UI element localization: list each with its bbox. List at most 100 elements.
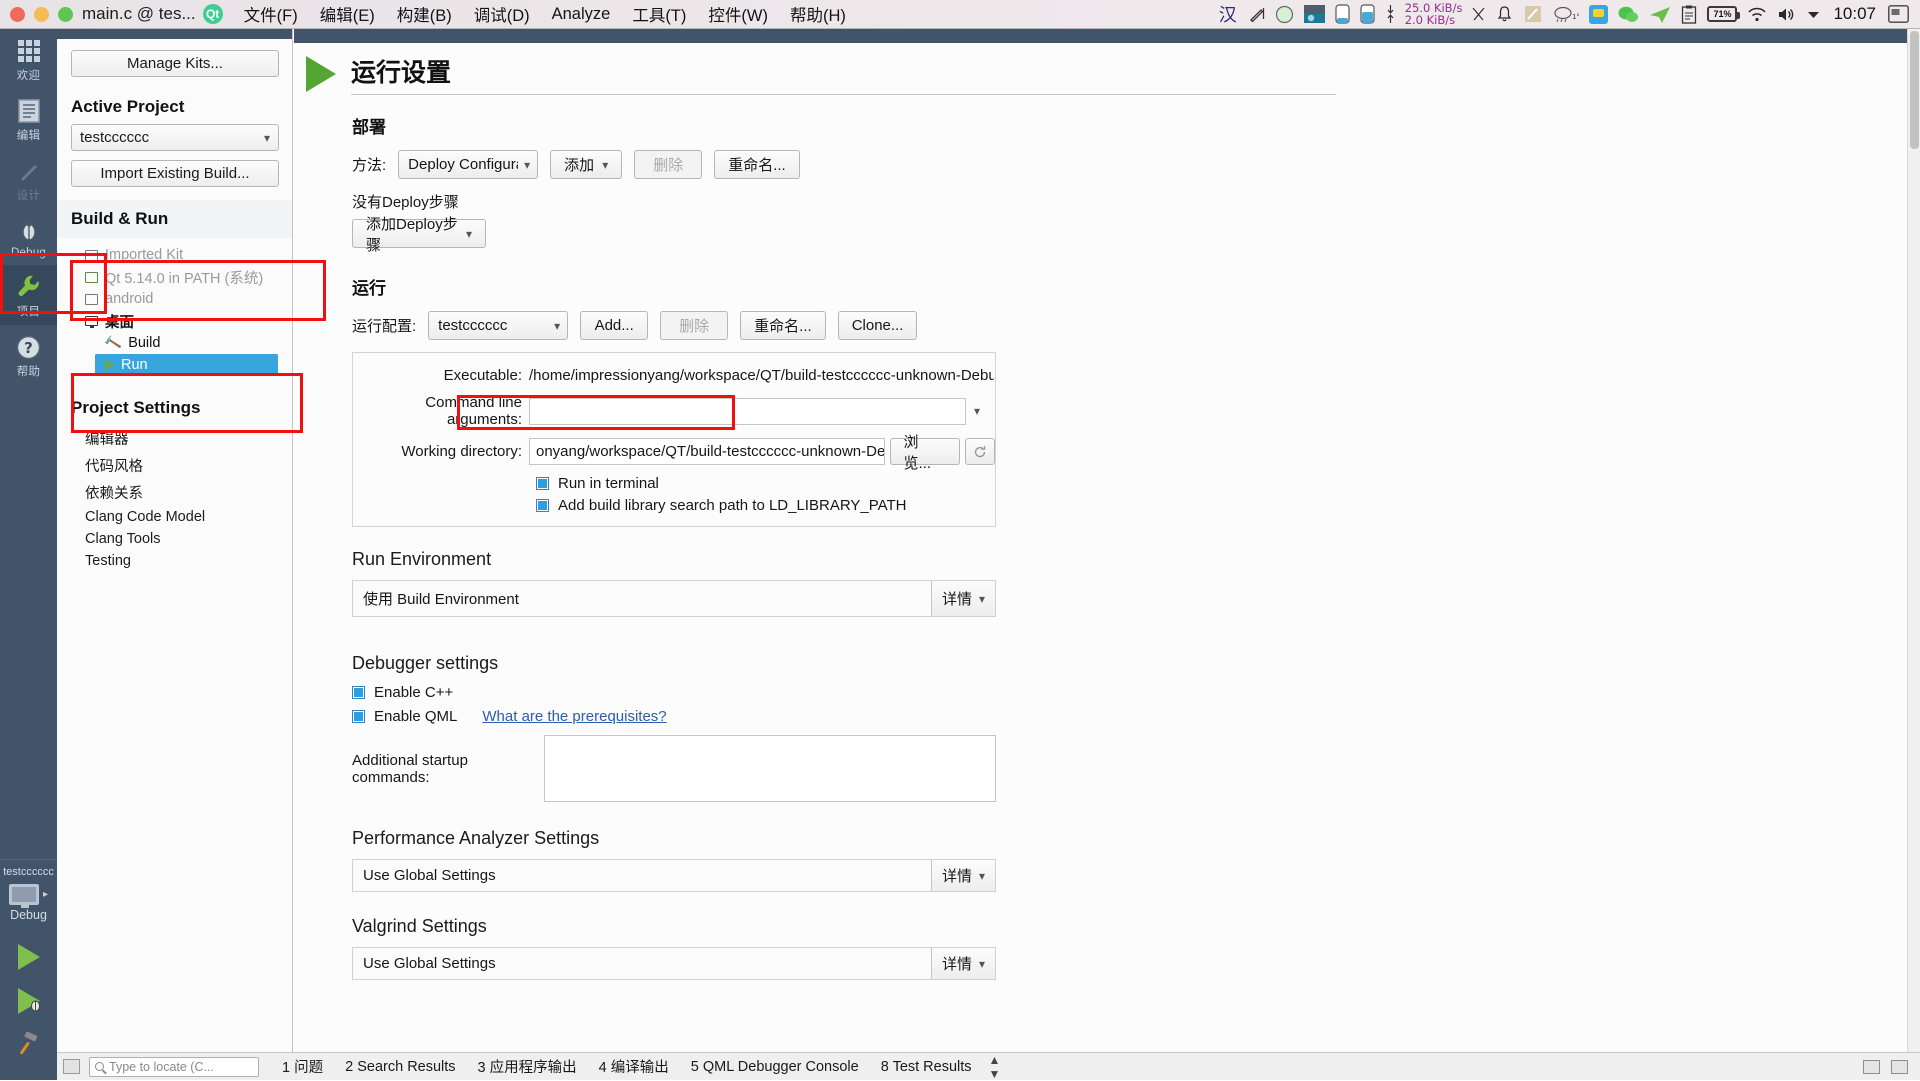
menu-edit[interactable]: 编辑(E) — [309, 0, 386, 28]
sidebar-item-edit[interactable]: 编辑 — [0, 89, 57, 149]
project-setting-testing[interactable]: Testing — [57, 550, 292, 572]
wechat-icon[interactable] — [1613, 0, 1644, 29]
performance-analyzer-details-button[interactable]: 详情 ▾ — [931, 860, 995, 891]
kit-item-build[interactable]: 🔨 Build — [57, 332, 292, 354]
sogou-input-icon[interactable] — [1584, 0, 1613, 29]
status-pane-qml-debugger-console[interactable]: 5 QML Debugger Console — [680, 1059, 870, 1075]
menu-tools[interactable]: 工具(T) — [621, 0, 697, 28]
run-environment-details-button[interactable]: 详情 ▾ — [931, 581, 995, 616]
menu-debug[interactable]: 调试(D) — [463, 0, 541, 28]
project-setting-codestyle[interactable]: 代码风格 — [57, 452, 292, 479]
deploy-no-steps-text: 没有Deploy步骤 — [352, 191, 1907, 212]
deploy-method-select[interactable]: Deploy Configuratio ▾ — [398, 150, 538, 179]
active-project-select[interactable]: testcccccc ▾ — [71, 124, 279, 151]
project-setting-editor[interactable]: 编辑器 — [57, 425, 292, 452]
sidebar-item-welcome[interactable]: 欢迎 — [0, 29, 57, 89]
project-setting-dependencies[interactable]: 依赖关系 — [57, 479, 292, 506]
run-add-button[interactable]: Add... — [580, 311, 648, 340]
import-existing-build-button[interactable]: Import Existing Build... — [71, 160, 279, 187]
kit-item-imported[interactable]: Imported Kit — [57, 244, 292, 266]
sidebar-item-help[interactable]: ? 帮助 — [0, 325, 57, 385]
add-lib-path-row[interactable]: Add build library search path to LD_LIBR… — [536, 497, 995, 514]
chevron-down-icon[interactable]: ▾ — [966, 404, 988, 418]
locator-input[interactable]: Type to locate (C... — [89, 1057, 259, 1077]
kit-item-run[interactable]: Run — [95, 354, 278, 376]
sidebar-toggle-icon[interactable] — [63, 1059, 80, 1074]
startup-commands-textarea[interactable] — [544, 735, 996, 802]
sidebar-item-debug[interactable]: Debug — [0, 209, 57, 265]
scrollbar-thumb[interactable] — [1910, 31, 1919, 149]
weather-icon[interactable]: 1° — [1548, 0, 1584, 29]
prerequisites-link[interactable]: What are the prerequisites? — [482, 708, 666, 725]
deploy-method-value: Deploy Configuratio — [408, 156, 518, 173]
status-pane-app-output[interactable]: 3 应用程序输出 — [467, 1056, 588, 1077]
valgrind-details-button[interactable]: 详情 ▾ — [931, 948, 995, 979]
add-deploy-step-button[interactable]: 添加Deploy步骤 ▾ — [352, 219, 486, 248]
kit-android-icon — [85, 294, 98, 305]
enable-cpp-row[interactable]: Enable C++ — [352, 684, 1907, 701]
kit-selector[interactable]: testcccccc ▸ Debug — [0, 859, 57, 926]
menu-build[interactable]: 构建(B) — [386, 0, 463, 28]
manage-kits-button[interactable]: Manage Kits... — [71, 50, 279, 77]
add-lib-path-checkbox[interactable] — [536, 499, 549, 512]
display-settings-icon[interactable] — [1883, 0, 1914, 29]
vertical-scrollbar[interactable] — [1907, 29, 1920, 1052]
screen-recorder-icon[interactable] — [1299, 0, 1330, 29]
scissors-icon[interactable] — [1466, 0, 1491, 29]
workdir-browse-button[interactable]: 浏览... — [890, 438, 960, 465]
kit-item-desktop[interactable]: 桌面 — [57, 310, 292, 332]
debug-icon[interactable] — [18, 988, 40, 1014]
clock-label[interactable]: 10:07 — [1826, 4, 1883, 24]
status-circle-icon[interactable] — [1270, 0, 1299, 29]
deploy-add-button[interactable]: 添加 ▾ — [550, 150, 622, 179]
workdir-input[interactable]: onyang/workspace/QT/build-testcccccc-unk… — [529, 438, 885, 465]
status-pane-issues[interactable]: 1 问题 — [271, 1056, 334, 1077]
menu-analyze[interactable]: Analyze — [541, 3, 622, 26]
cmdline-input[interactable] — [529, 398, 966, 425]
kit-item-android[interactable]: android — [57, 288, 292, 310]
wifi-icon[interactable] — [1742, 0, 1772, 29]
project-setting-clang-code-model[interactable]: Clang Code Model — [57, 506, 292, 528]
sidebar-right-toggle-icon[interactable] — [1891, 1060, 1908, 1074]
pen-tool-icon[interactable] — [1243, 0, 1270, 29]
sidebar-item-design[interactable]: 设计 — [0, 149, 57, 209]
menu-widgets[interactable]: 控件(W) — [697, 0, 779, 28]
close-window-button[interactable] — [10, 7, 25, 22]
telegram-icon[interactable] — [1644, 0, 1676, 29]
run-config-select[interactable]: testcccccc ▾ — [428, 311, 568, 340]
enable-qml-checkbox[interactable] — [352, 710, 365, 723]
deploy-rename-button[interactable]: 重命名... — [714, 150, 800, 179]
memory-gauge-icon[interactable] — [1330, 0, 1355, 29]
status-pane-search-results[interactable]: 2 Search Results — [334, 1059, 466, 1075]
output-pane-toggle-icon[interactable] — [1863, 1060, 1880, 1074]
kit-item-qt514[interactable]: Qt 5.14.0 in PATH (系统) — [57, 266, 292, 288]
volume-icon[interactable] — [1772, 0, 1801, 29]
run-in-terminal-row[interactable]: Run in terminal — [536, 475, 995, 492]
menu-help[interactable]: 帮助(H) — [779, 0, 857, 28]
chevron-down-icon[interactable] — [1801, 0, 1826, 29]
maximize-window-button[interactable] — [58, 7, 73, 22]
pane-label: Test Results — [893, 1059, 972, 1075]
build-icon[interactable] — [12, 1030, 44, 1068]
run-in-terminal-checkbox[interactable] — [536, 477, 549, 490]
disk-gauge-icon[interactable] — [1355, 0, 1380, 29]
status-pane-compile-output[interactable]: 4 编译输出 — [588, 1056, 680, 1077]
pane-updown-icon[interactable]: ▲▼ — [983, 1053, 1007, 1081]
minimize-window-button[interactable] — [34, 7, 49, 22]
enable-cpp-checkbox[interactable] — [352, 686, 365, 699]
enable-qml-row[interactable]: Enable QML What are the prerequisites? — [352, 708, 1907, 725]
battery-icon[interactable]: 71% — [1702, 0, 1742, 29]
sidebar-item-projects[interactable]: 项目 — [0, 265, 57, 325]
workdir-reset-button[interactable] — [965, 438, 995, 465]
project-setting-clang-tools[interactable]: Clang Tools — [57, 528, 292, 550]
status-pane-test-results[interactable]: 8 Test Results — [870, 1059, 983, 1075]
notes-pencil-icon[interactable] — [1518, 0, 1548, 29]
menu-file[interactable]: 文件(F) — [233, 0, 309, 28]
clipboard-icon[interactable] — [1676, 0, 1702, 29]
run-icon[interactable] — [18, 944, 40, 970]
run-rename-button[interactable]: 重命名... — [740, 311, 826, 340]
sidebar-item-label: 编辑 — [17, 127, 40, 143]
notification-bell-icon[interactable] — [1491, 0, 1518, 29]
ime-indicator-icon[interactable]: 汉 — [1213, 1, 1243, 27]
run-clone-button[interactable]: Clone... — [838, 311, 918, 340]
